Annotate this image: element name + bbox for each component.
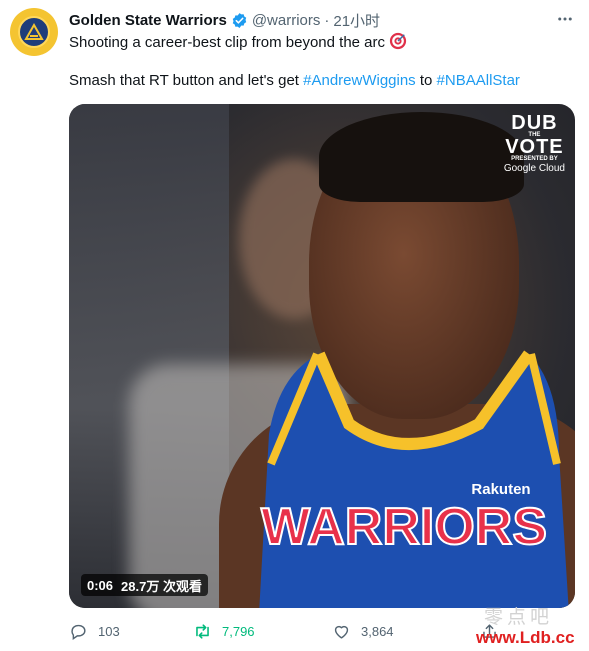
video-time: 0:06 — [87, 577, 114, 593]
tweet-text-line2: Smash that RT button and let's get #Andr… — [69, 71, 520, 91]
more-icon[interactable] — [552, 8, 578, 30]
player-hair — [319, 112, 524, 202]
vote-text: VOTE — [505, 136, 564, 158]
tweet-text-line1: Shooting a career-best clip from beyond … — [69, 32, 407, 53]
display-name[interactable]: Golden State Warriors — [69, 12, 227, 29]
video-views: 28.7万 次观看 — [121, 578, 202, 594]
presented-by-text: PRESENTED BY — [511, 156, 558, 162]
like-button[interactable]: 3,864 — [332, 620, 394, 642]
retweet-count: 7,796 — [222, 623, 255, 639]
jersey-lettering: WARRIORS — [261, 498, 547, 556]
watermark-url: www.Ldb.cc — [476, 628, 575, 647]
tweet-text: to — [415, 72, 437, 89]
tweet-text: Smash that RT button and let's get — [69, 72, 304, 89]
tweet-card[interactable]: Golden State Warriors @warriors · 21小时 S… — [0, 0, 589, 651]
tweet-text: Shooting a career-best clip from beyond … — [69, 34, 386, 51]
video-player[interactable]: WARRIORS Rakuten DUB THE VOTE PRESENTED … — [69, 104, 575, 608]
hashtag-andrewwiggins[interactable]: #AndrewWiggins — [303, 72, 416, 89]
timestamp[interactable]: 21小时 — [333, 10, 380, 31]
retweet-button[interactable]: 7,796 — [193, 620, 255, 642]
avatar[interactable] — [10, 8, 58, 56]
site-watermark: 零点吧 www.Ldb.cc — [464, 600, 589, 651]
watermark-chinese: 零点吧 — [484, 606, 554, 628]
verified-badge-icon — [231, 12, 248, 29]
sponsor-text: Google Cloud — [503, 163, 565, 174]
heart-icon — [334, 625, 349, 639]
like-count: 3,864 — [361, 623, 394, 639]
dub-text: DUB — [511, 112, 558, 134]
reply-icon — [71, 624, 86, 640]
jersey-sponsor: Rakuten — [471, 481, 530, 498]
hashtag-nbaallstar[interactable]: #NBAAllStar — [437, 72, 520, 89]
dub-the-vote-logo: DUB THE VOTE PRESENTED BY Google Cloud — [503, 112, 565, 174]
reply-button[interactable]: 103 — [69, 620, 120, 642]
direct-hit-emoji-icon — [389, 32, 407, 50]
retweet-icon — [196, 623, 209, 639]
video-info-badge: 0:06 28.7万 次观看 — [81, 574, 208, 596]
separator: · — [324, 11, 330, 29]
handle[interactable]: @warriors — [252, 12, 321, 29]
jersey: WARRIORS Rakuten — [259, 350, 569, 608]
tweet-header: Golden State Warriors @warriors · 21小时 — [69, 10, 380, 30]
warriors-logo-icon — [18, 16, 50, 48]
reply-count: 103 — [98, 623, 120, 639]
